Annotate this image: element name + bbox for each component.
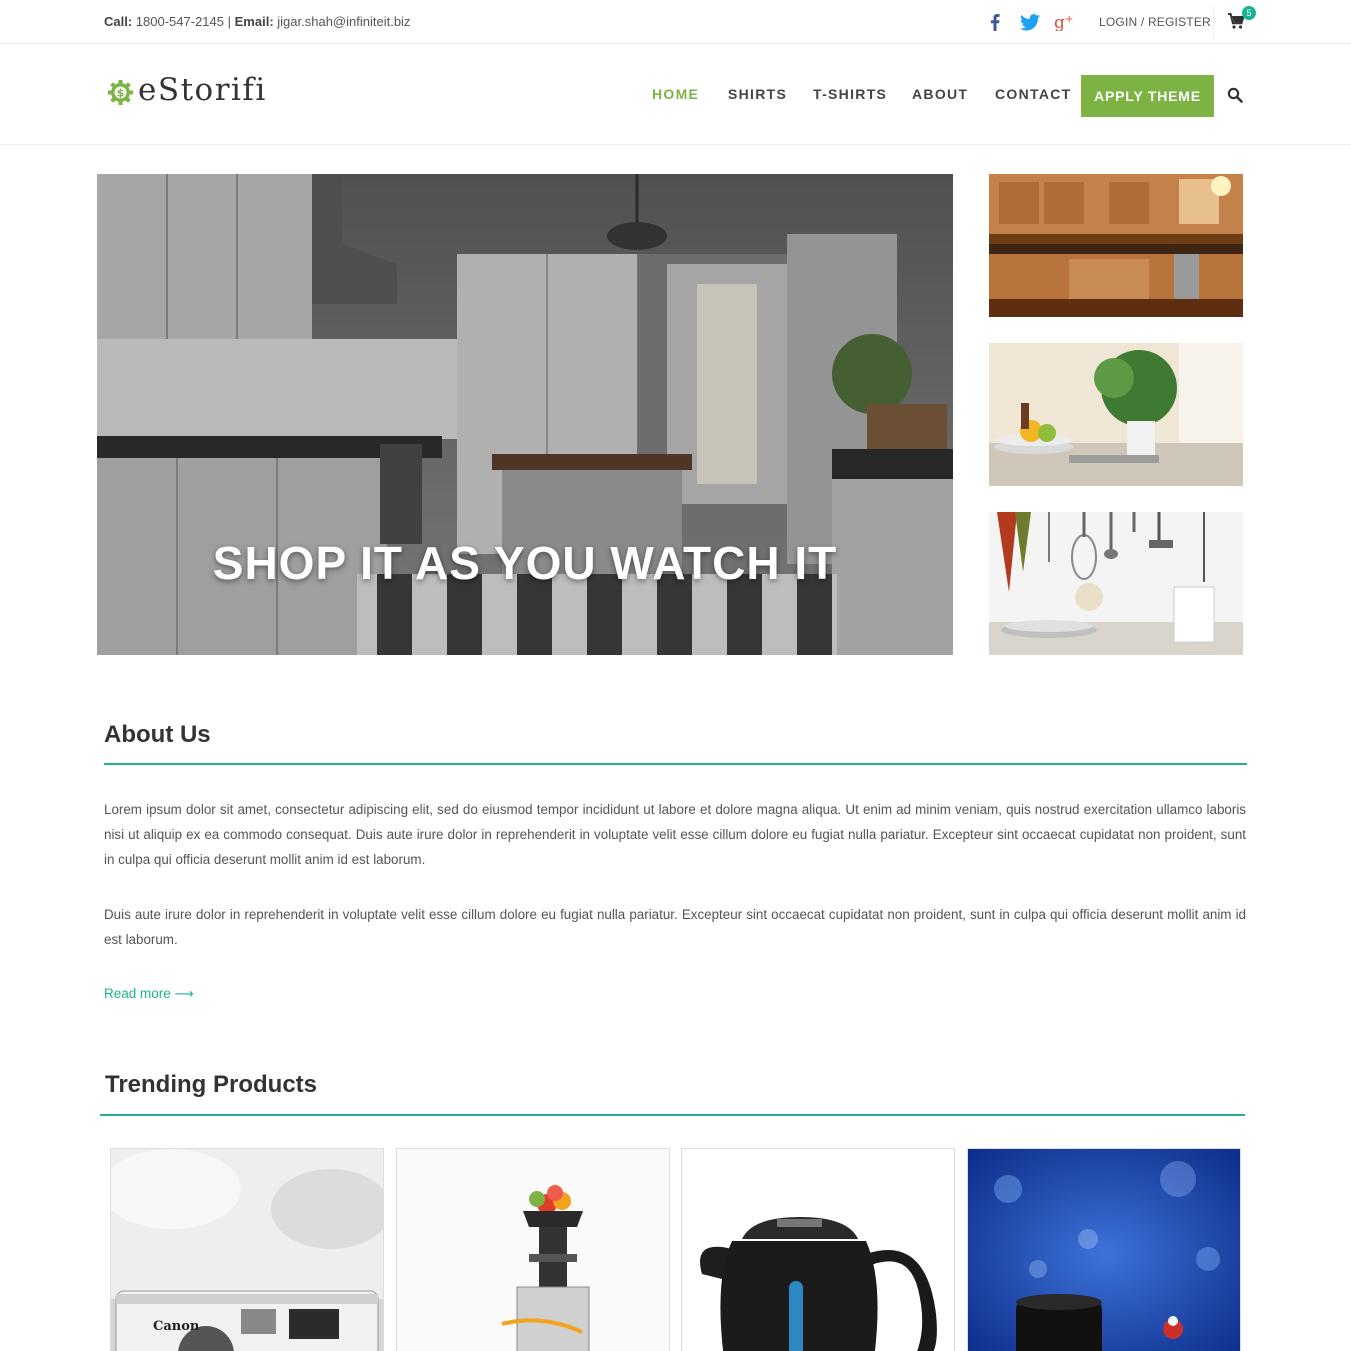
- svg-text:g: g: [1054, 13, 1065, 31]
- juicer-product-image: [397, 1149, 669, 1351]
- contact-separator: |: [227, 14, 232, 29]
- nav-about[interactable]: ABOUT: [912, 86, 968, 102]
- hero-caption: SHOP IT AS YOU WATCH IT: [212, 537, 838, 589]
- svg-text:+: +: [1065, 14, 1073, 25]
- main-header: $ eStorifi HOME SHIRTS T-SHIRTS ABOUT CO…: [0, 45, 1351, 145]
- nav-contact[interactable]: CONTACT: [995, 86, 1072, 102]
- call-label: Call:: [104, 14, 133, 29]
- hero-slider[interactable]: SHOP IT AS YOU WATCH IT: [97, 174, 953, 655]
- search-icon[interactable]: [1227, 87, 1243, 103]
- product-card-kitchen-product[interactable]: [967, 1148, 1241, 1351]
- email-label: Email:: [234, 14, 274, 29]
- svg-text:$: $: [117, 87, 125, 100]
- trending-products-divider: [100, 1114, 1245, 1116]
- camera-product-image: [111, 1149, 383, 1351]
- email-address[interactable]: jigar.shah@infiniteit.biz: [277, 14, 410, 29]
- about-us-title: About Us: [104, 721, 211, 748]
- phone-number[interactable]: 1800-547-2145: [136, 14, 224, 29]
- contact-info: Call: 1800-547-2145 | Email: jigar.shah@…: [104, 14, 410, 29]
- about-paragraph-1: Lorem ipsum dolor sit amet, consectetur …: [104, 802, 1246, 867]
- kitchen-product-image: [968, 1149, 1240, 1351]
- top-bar-divider: [1213, 6, 1214, 38]
- cart-count-badge: 5: [1242, 6, 1256, 20]
- logo-gear-icon[interactable]: $: [107, 79, 134, 106]
- nav-t-shirts[interactable]: T-SHIRTS: [813, 86, 887, 102]
- about-paragraph-2: Duis aute irure dolor in reprehenderit i…: [104, 907, 1246, 947]
- read-more-link[interactable]: Read more ⟶: [104, 986, 194, 1002]
- top-bar: Call: 1800-547-2145 | Email: jigar.shah@…: [0, 0, 1351, 44]
- nav-shirts[interactable]: SHIRTS: [728, 86, 787, 102]
- thumbnail-plant-table[interactable]: [989, 343, 1243, 486]
- product-card-juicer[interactable]: [396, 1148, 670, 1351]
- login-register-link[interactable]: LOGIN / REGISTER: [1099, 15, 1211, 29]
- kettle-product-image: [682, 1149, 954, 1351]
- google-plus-icon[interactable]: g +: [1053, 11, 1075, 33]
- twitter-icon[interactable]: [1019, 11, 1041, 33]
- nav-home[interactable]: HOME: [652, 86, 699, 102]
- site-logo[interactable]: eStorifi: [138, 72, 267, 108]
- camera-brand-label: Canon: [153, 1319, 200, 1334]
- thumbnail-kitchen-utensils[interactable]: [989, 512, 1243, 655]
- product-card-camera[interactable]: Canon: [110, 1148, 384, 1351]
- facebook-icon[interactable]: [984, 11, 1006, 33]
- about-us-divider: [104, 763, 1247, 765]
- apply-theme-button[interactable]: APPLY THEME: [1081, 75, 1214, 117]
- product-card-kettle[interactable]: [681, 1148, 955, 1351]
- trending-products-title: Trending Products: [105, 1071, 318, 1098]
- thumbnail-wood-kitchen[interactable]: [989, 174, 1243, 317]
